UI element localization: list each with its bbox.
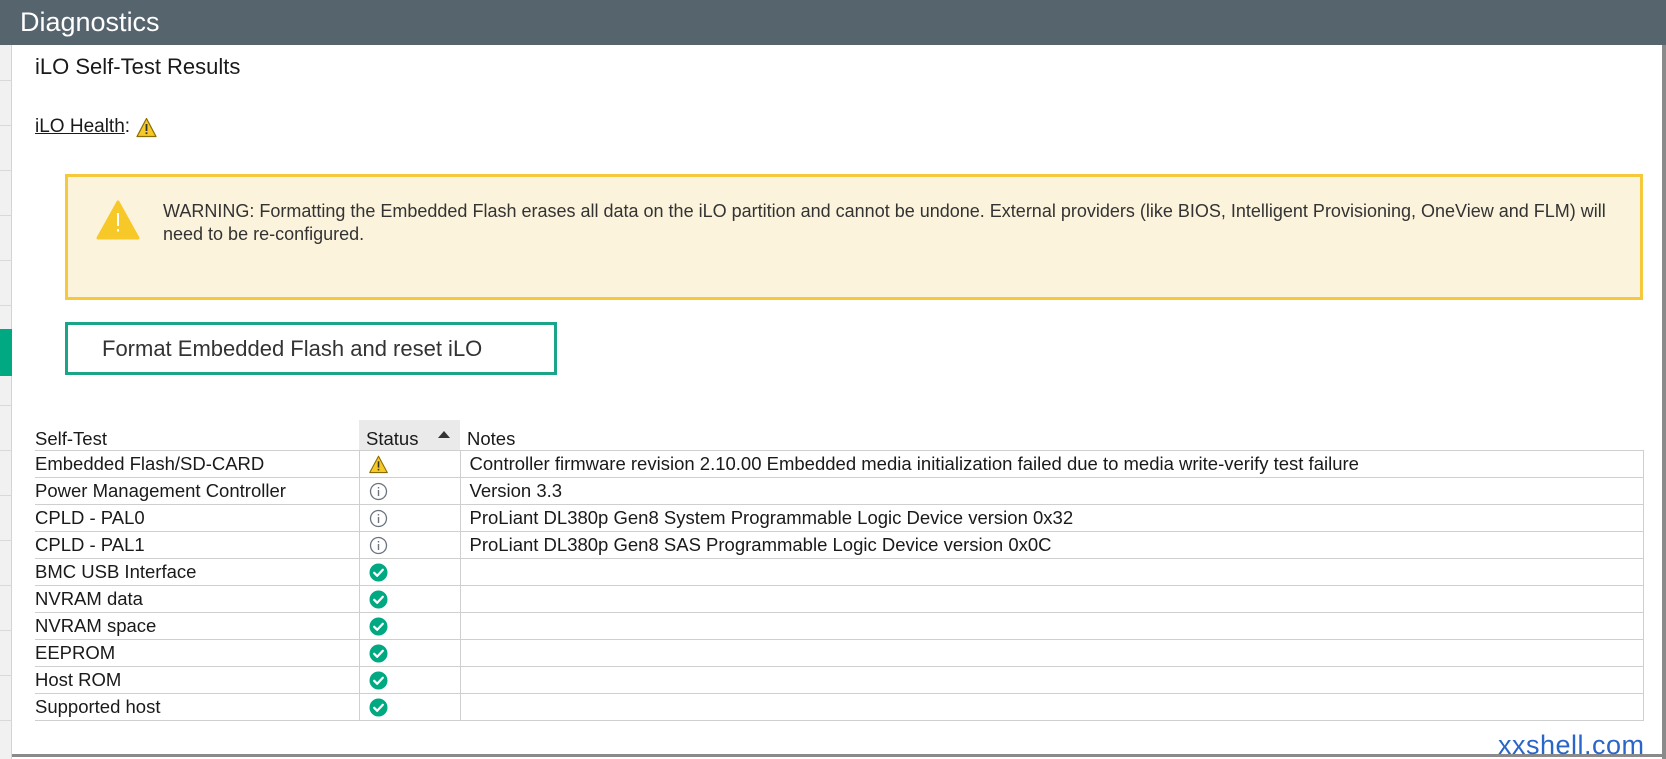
table-header-row: Self-Test Status Notes [35,420,1643,451]
status-cell [358,585,461,613]
table-row[interactable]: Power Management Controller Version 3.3 [35,477,1644,505]
status-cell [358,639,461,667]
ilo-health-separator: : [124,116,131,137]
notes-cell [460,612,1644,640]
check-circle-icon [369,617,460,636]
column-header-self-test[interactable]: Self-Test [35,420,359,451]
warning-text: WARNING: Formatting the Embedded Flash e… [163,201,1606,244]
right-border [1662,45,1666,759]
status-cell [358,531,461,559]
check-circle-icon [369,671,460,690]
check-circle-icon [369,698,460,717]
notes-cell [460,558,1644,586]
table-row[interactable]: EEPROM [35,639,1644,667]
notes-cell: ProLiant DL380p Gen8 System Programmable… [460,504,1644,532]
status-cell [358,612,461,640]
self-test-name: Power Management Controller [35,477,359,505]
notes-cell: Version 3.3 [460,477,1644,505]
status-cell [358,450,461,478]
info-icon [369,536,460,555]
self-test-name: NVRAM space [35,612,359,640]
self-test-name: BMC USB Interface [35,558,359,586]
format-embedded-flash-button[interactable]: Format Embedded Flash and reset iLO [65,322,557,375]
table-row[interactable]: NVRAM data [35,585,1644,613]
ilo-health-link[interactable]: iLO Health [35,116,125,138]
table-row[interactable]: BMC USB Interface [35,558,1644,586]
status-cell [358,504,461,532]
table-row[interactable]: Supported host [35,693,1644,721]
self-test-name: Supported host [35,693,359,721]
left-nav-edge [0,45,12,759]
self-test-table: Self-Test Status Notes Embedded Flash/SD… [35,420,1644,721]
info-icon [369,482,460,501]
status-cell [358,558,461,586]
warning-icon [136,117,157,138]
self-test-name: Host ROM [35,666,359,694]
ilo-health: iLO Health : [35,115,157,139]
check-circle-icon [369,644,460,663]
notes-cell: Controller firmware revision 2.10.00 Emb… [460,450,1644,478]
self-test-name: Embedded Flash/SD-CARD [35,450,359,478]
table-row[interactable]: Host ROM [35,666,1644,694]
notes-cell [460,666,1644,694]
warning-icon [368,455,460,474]
column-header-status[interactable]: Status [359,420,460,451]
check-circle-icon [369,563,460,582]
table-row[interactable]: Embedded Flash/SD-CARD Controller firmwar… [35,450,1644,478]
warning-icon [96,199,140,241]
column-header-notes[interactable]: Notes [460,420,1643,451]
check-circle-icon [369,590,460,609]
notes-cell [460,693,1644,721]
warning-banner: WARNING: Formatting the Embedded Flash e… [65,174,1643,300]
table-row[interactable]: CPLD - PAL1 ProLiant DL380p Gen8 SAS Prog… [35,531,1644,559]
status-cell [358,666,461,694]
info-icon [369,509,460,528]
status-cell [358,477,461,505]
self-test-name: EEPROM [35,639,359,667]
notes-cell [460,639,1644,667]
status-cell [358,693,461,721]
self-test-name: CPLD - PAL0 [35,504,359,532]
diagnostics-page: Diagnostics iLO Self-Test Results iLO He… [0,0,1666,759]
table-row[interactable]: NVRAM space [35,612,1644,640]
notes-cell: ProLiant DL380p Gen8 SAS Programmable Lo… [460,531,1644,559]
column-header-status-label: Status [366,428,419,449]
watermark: xxshell.com [1498,730,1645,759]
self-test-name: NVRAM data [35,585,359,613]
left-nav-active-indicator[interactable] [0,329,12,376]
window-title: Diagnostics [0,0,1666,45]
table-row[interactable]: CPLD - PAL0 ProLiant DL380p Gen8 System P… [35,504,1644,532]
bottom-border [12,754,1662,757]
section-title: iLO Self-Test Results [35,54,241,79]
sort-ascending-icon[interactable] [438,431,450,438]
notes-cell [460,585,1644,613]
self-test-name: CPLD - PAL1 [35,531,359,559]
